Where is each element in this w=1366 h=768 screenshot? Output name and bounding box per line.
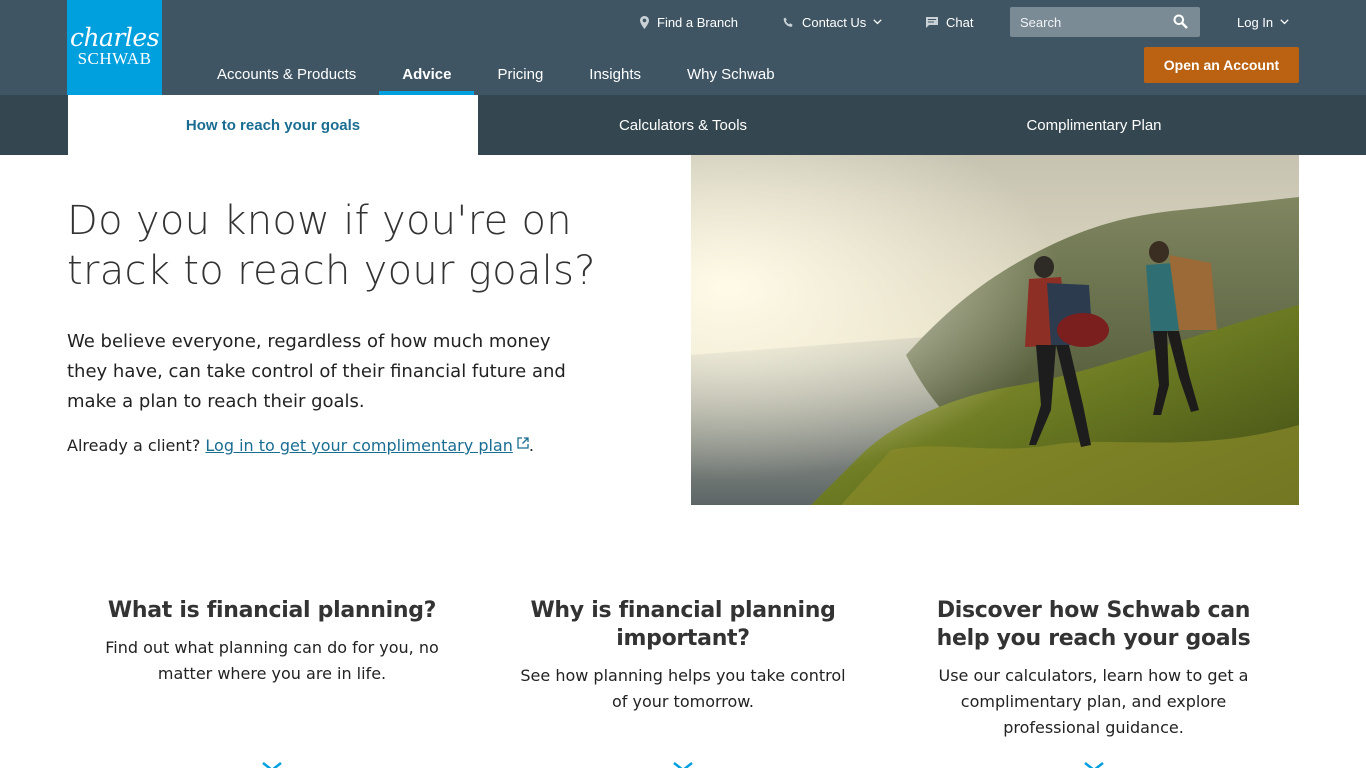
tab-calculators-tools[interactable]: Calculators & Tools bbox=[478, 95, 888, 155]
feature-title: Discover how Schwab can help you reach y… bbox=[936, 598, 1251, 651]
hikers-on-coastal-cliff-image bbox=[691, 155, 1299, 505]
tab-complimentary-plan[interactable]: Complimentary Plan bbox=[889, 95, 1299, 155]
search-icon[interactable] bbox=[1173, 14, 1188, 29]
advice-sub-navigation: How to reach your goals Calculators & To… bbox=[0, 95, 1366, 155]
client-login-line: Already a client? Log in to get your com… bbox=[67, 434, 627, 458]
logo-line-2: SCHWAB bbox=[77, 49, 152, 68]
schwab-logo[interactable]: charles SCHWAB bbox=[67, 0, 162, 95]
page-title: Do you know if you're on track to reach … bbox=[67, 198, 596, 294]
feature-why-is-planning-important: Why is financial planning important? See… bbox=[515, 597, 851, 715]
feature-how-schwab-can-help: Discover how Schwab can help you reach y… bbox=[927, 597, 1260, 741]
client-suffix: . bbox=[528, 436, 534, 455]
chevron-down-icon bbox=[873, 19, 882, 25]
log-in-label: Log In bbox=[1237, 14, 1274, 30]
hero-description: We believe everyone, regardless of how m… bbox=[67, 331, 566, 412]
chevron-down-icon[interactable] bbox=[1084, 762, 1104, 768]
feature-what-is-financial-planning: What is financial planning? Find out wha… bbox=[105, 597, 439, 687]
nav-item-why-schwab[interactable]: Why Schwab bbox=[664, 53, 798, 95]
nav-item-advice[interactable]: Advice bbox=[379, 53, 475, 95]
feature-text: Use our calculators, learn how to get a … bbox=[938, 666, 1249, 737]
nav-item-pricing[interactable]: Pricing bbox=[474, 53, 566, 95]
find-branch-link[interactable]: Find a Branch bbox=[640, 0, 738, 44]
complimentary-plan-link-text: Log in to get your complimentary plan bbox=[205, 436, 513, 455]
find-branch-label: Find a Branch bbox=[657, 14, 738, 30]
complimentary-plan-login-link[interactable]: Log in to get your complimentary plan bbox=[205, 436, 529, 455]
main-navigation: Accounts & Products Advice Pricing Insig… bbox=[194, 53, 798, 95]
nav-item-accounts-products[interactable]: Accounts & Products bbox=[194, 53, 379, 95]
chat-label: Chat bbox=[946, 14, 974, 30]
log-in-menu[interactable]: Log In bbox=[1237, 0, 1289, 44]
chat-link[interactable]: Chat bbox=[926, 0, 973, 44]
chevron-down-icon[interactable] bbox=[673, 762, 693, 768]
client-prefix: Already a client? bbox=[67, 436, 201, 455]
feature-title: What is financial planning? bbox=[107, 598, 437, 623]
contact-us-label: Contact Us bbox=[802, 14, 867, 30]
tab-how-to-reach-your-goals[interactable]: How to reach your goals bbox=[68, 95, 478, 155]
external-link-icon bbox=[517, 437, 529, 449]
feature-text: See how planning helps you take control … bbox=[520, 666, 846, 711]
nav-item-insights[interactable]: Insights bbox=[566, 53, 664, 95]
phone-icon bbox=[783, 17, 793, 27]
logo-line-1: charles bbox=[69, 23, 160, 52]
contact-us-menu[interactable]: Contact Us bbox=[783, 0, 882, 44]
global-header: charles SCHWAB Find a Branch Contact Us … bbox=[0, 0, 1366, 95]
location-pin-icon bbox=[640, 15, 649, 29]
feature-text: Find out what planning can do for you, n… bbox=[105, 638, 439, 683]
open-an-account-button[interactable]: Open an Account bbox=[1144, 47, 1299, 83]
feature-title: Why is financial planning important? bbox=[530, 598, 836, 651]
search-input[interactable] bbox=[1010, 7, 1170, 37]
search-box bbox=[1010, 7, 1200, 37]
chat-bubble-icon bbox=[926, 16, 938, 28]
chevron-down-icon[interactable] bbox=[262, 762, 282, 768]
chevron-down-icon bbox=[1280, 19, 1289, 25]
